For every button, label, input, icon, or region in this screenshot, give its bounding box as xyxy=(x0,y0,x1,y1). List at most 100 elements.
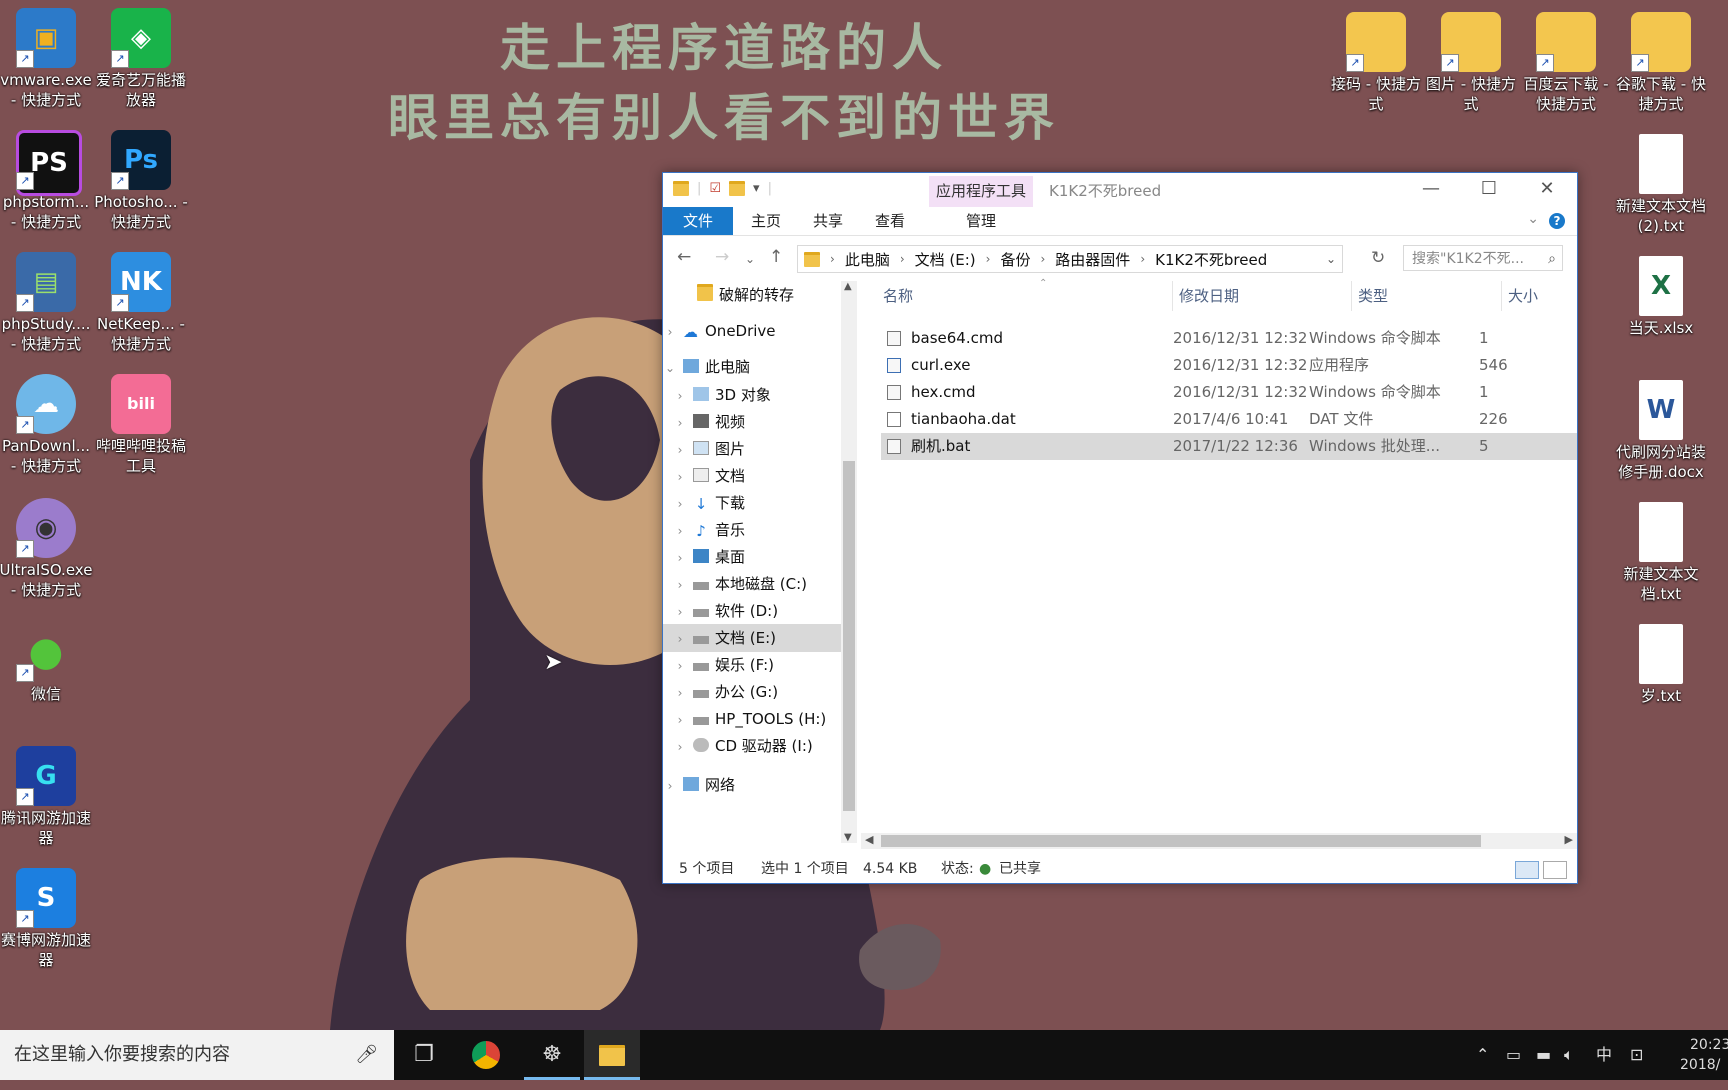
desktop-icon-iqiyi[interactable]: ◈ ↗ 爱奇艺万能播放器 xyxy=(93,8,189,110)
column-header-name[interactable]: 名称 xyxy=(883,281,913,311)
up-arrow-icon[interactable]: ↑ xyxy=(769,247,783,267)
desktop-icon-baidu-download[interactable]: ↗ 百度云下载 - 快捷方式 xyxy=(1518,12,1614,114)
desktop-icon-wechat[interactable]: ● ↗ 微信 xyxy=(0,622,94,704)
nav-item-drive-e[interactable]: › 文档 (E:) xyxy=(663,624,841,652)
chevron-down-icon[interactable]: ⌄ xyxy=(1326,252,1336,266)
pictures-icon xyxy=(693,441,709,455)
column-header-date[interactable]: 修改日期 xyxy=(1172,281,1239,311)
scroll-right-icon[interactable]: ▶ xyxy=(1565,833,1573,846)
desktop-icon-jiema[interactable]: ↗ 接码 - 快捷方式 xyxy=(1328,12,1424,114)
nav-item-3d-objects[interactable]: › 3D 对象 xyxy=(673,381,771,409)
nav-item-drive-f[interactable]: › 娱乐 (F:) xyxy=(673,651,774,679)
column-header-size[interactable]: 大小 xyxy=(1501,281,1538,311)
input-method-icon[interactable]: ⊡ xyxy=(1630,1030,1643,1080)
file-row-selected[interactable]: 刷机.bat 2017/1/22 12:36 Windows 批处理... 5 xyxy=(881,433,1577,460)
desktop-icon-netkeeper[interactable]: NK ↗ NetKeep... - 快捷方式 xyxy=(93,252,189,354)
desktop-icon-ultraiso[interactable]: ◉ ↗ UltraISO.exe - 快捷方式 xyxy=(0,498,94,600)
nav-item-documents[interactable]: › 文档 xyxy=(673,462,745,490)
desktop-icon-cyber-accelerator[interactable]: S ↗ 赛博网游加速器 xyxy=(0,868,94,970)
nav-item-network[interactable]: › 网络 xyxy=(663,771,735,799)
forward-arrow-icon[interactable]: → xyxy=(715,247,729,267)
breadcrumb-drive-e[interactable]: 文档 (E:) xyxy=(915,249,976,270)
chevron-up-icon[interactable]: ⌃ xyxy=(1476,1030,1489,1080)
new-folder-icon[interactable] xyxy=(729,181,746,196)
file-row[interactable]: tianbaoha.dat 2017/4/6 10:41 DAT 文件 226 xyxy=(881,406,1577,433)
scrollbar-thumb[interactable] xyxy=(843,461,855,811)
file-row[interactable]: curl.exe 2016/12/31 12:32 应用程序 546 xyxy=(881,352,1577,379)
nav-scrollbar[interactable]: ▲ ▼ xyxy=(841,281,857,843)
battery-icon[interactable]: ▬ xyxy=(1536,1030,1551,1080)
volume-icon[interactable]: 🔈︎ xyxy=(1564,1030,1574,1080)
desktop-icon-vmware[interactable]: ▣ ↗ vmware.exe - 快捷方式 xyxy=(0,8,94,110)
desktop-icon-sui-txt[interactable]: 岁.txt xyxy=(1613,624,1709,706)
tab-file[interactable]: 文件 xyxy=(663,207,733,235)
tab-view[interactable]: 查看 xyxy=(865,207,915,235)
nav-item-desktop[interactable]: › 桌面 xyxy=(673,543,745,571)
nav-item-onedrive[interactable]: › ☁ OneDrive xyxy=(663,317,776,345)
taskbar-search-input[interactable]: 在这里输入你要搜索的内容 🎤︎ xyxy=(0,1030,394,1080)
scroll-down-icon[interactable]: ▼ xyxy=(844,832,852,843)
nav-item-drive-g[interactable]: › 办公 (G:) xyxy=(673,678,779,706)
address-bar[interactable]: › 此电脑 › 文档 (E:) › 备份 › 路由器固件 › K1K2不死bre… xyxy=(797,245,1343,273)
close-button[interactable]: ✕ xyxy=(1518,173,1576,207)
nav-item-videos[interactable]: › 视频 xyxy=(673,408,745,436)
title-bar[interactable]: | ☑ ▾ | 应用程序工具 K1K2不死breed — ☐ ✕ xyxy=(663,173,1577,207)
nav-item-music[interactable]: › ♪ 音乐 xyxy=(673,516,745,544)
app-icon[interactable]: ☸ xyxy=(524,1030,580,1080)
file-row[interactable]: hex.cmd 2016/12/31 12:32 Windows 命令脚本 1 xyxy=(881,379,1577,406)
network-tray-icon[interactable]: ▭ xyxy=(1506,1030,1521,1080)
minimize-button[interactable]: — xyxy=(1402,173,1460,207)
nav-item-cracked-dump[interactable]: 破解的转存 xyxy=(663,281,794,309)
tab-home[interactable]: 主页 xyxy=(741,207,791,235)
breadcrumb-router-firmware[interactable]: 路由器固件 xyxy=(1055,249,1130,270)
desktop-icon-tencent-accelerator[interactable]: G ↗ 腾讯网游加速器 xyxy=(0,746,94,848)
file-explorer-taskbar-icon[interactable] xyxy=(584,1030,640,1080)
tab-share[interactable]: 共享 xyxy=(803,207,853,235)
nav-item-this-pc[interactable]: ⌄ 此电脑 xyxy=(663,353,750,381)
desktop-icon-text-file[interactable]: 新建文本文档.txt xyxy=(1613,502,1709,604)
ime-indicator[interactable]: 中 xyxy=(1596,1030,1612,1080)
nav-item-drive-c[interactable]: › 本地磁盘 (C:) xyxy=(673,570,807,598)
help-icon[interactable]: ? xyxy=(1549,213,1565,229)
back-arrow-icon[interactable]: ← xyxy=(677,247,691,267)
scrollbar-thumb[interactable] xyxy=(881,835,1481,847)
search-input[interactable]: 搜索"K1K2不死... ⌕ xyxy=(1403,245,1563,271)
desktop-icon-text-file-2[interactable]: 新建文本文档 (2).txt xyxy=(1613,134,1709,236)
task-view-icon[interactable]: ❐ xyxy=(396,1030,452,1080)
nav-item-drive-d[interactable]: › 软件 (D:) xyxy=(673,597,778,625)
chrome-icon[interactable] xyxy=(458,1030,514,1080)
horizontal-scrollbar[interactable]: ◀ ▶ xyxy=(861,833,1577,849)
large-icons-view-icon[interactable] xyxy=(1543,861,1567,879)
desktop-icon-phpstorm[interactable]: PS ↗ phpstorm... - 快捷方式 xyxy=(0,130,94,232)
desktop-icon-xlsx[interactable]: X 当天.xlsx xyxy=(1613,256,1709,338)
desktop-icon-google-download[interactable]: ↗ 谷歌下载 - 快捷方式 xyxy=(1613,12,1709,114)
clock-date[interactable]: 2018/ xyxy=(1680,1040,1720,1090)
scroll-up-icon[interactable]: ▲ xyxy=(844,281,852,292)
column-header-type[interactable]: 类型 xyxy=(1351,281,1388,311)
tab-manage[interactable]: 管理 xyxy=(929,207,1033,235)
breadcrumb-current-folder[interactable]: K1K2不死breed xyxy=(1155,249,1267,270)
file-row[interactable]: base64.cmd 2016/12/31 12:32 Windows 命令脚本… xyxy=(881,325,1577,352)
scroll-left-icon[interactable]: ◀ xyxy=(865,833,873,846)
desktop-icon-pandownload[interactable]: ☁ ↗ PanDownl... - 快捷方式 xyxy=(0,374,94,476)
maximize-button[interactable]: ☐ xyxy=(1460,173,1518,207)
desktop-icon-bilibili[interactable]: bili 哔哩哔哩投稿工具 xyxy=(93,374,189,476)
recent-locations-icon[interactable]: ⌄ xyxy=(745,252,755,266)
chevron-down-icon[interactable]: ▾ xyxy=(753,181,760,196)
nav-item-cd-drive[interactable]: › CD 驱动器 (I:) xyxy=(673,732,813,760)
nav-item-pictures[interactable]: › 图片 xyxy=(673,435,745,463)
microphone-icon[interactable]: 🎤︎ xyxy=(355,1030,378,1080)
nav-item-downloads[interactable]: › ↓ 下载 xyxy=(673,489,745,517)
details-view-icon[interactable] xyxy=(1515,861,1539,879)
nav-item-drive-h[interactable]: › HP_TOOLS (H:) xyxy=(673,705,827,733)
refresh-icon[interactable]: ↻ xyxy=(1371,248,1385,268)
desktop-icon-photoshop[interactable]: Ps ↗ Photosho... - 快捷方式 xyxy=(93,130,189,232)
chevron-down-icon[interactable]: ⌄ xyxy=(1527,211,1539,227)
breadcrumb-this-pc[interactable]: 此电脑 xyxy=(845,249,890,270)
file-explorer-window[interactable]: | ☑ ▾ | 应用程序工具 K1K2不死breed — ☐ ✕ 文件 主页 共… xyxy=(662,172,1578,884)
breadcrumb-backup[interactable]: 备份 xyxy=(1000,249,1030,270)
desktop-icon-docx[interactable]: W 代刷网分站装修手册.docx xyxy=(1613,380,1709,482)
properties-icon[interactable]: ☑ xyxy=(709,181,721,196)
desktop-icon-phpstudy[interactable]: ▤ ↗ phpStudy.... - 快捷方式 xyxy=(0,252,94,354)
desktop-icon-pictures[interactable]: ↗ 图片 - 快捷方式 xyxy=(1423,12,1519,114)
